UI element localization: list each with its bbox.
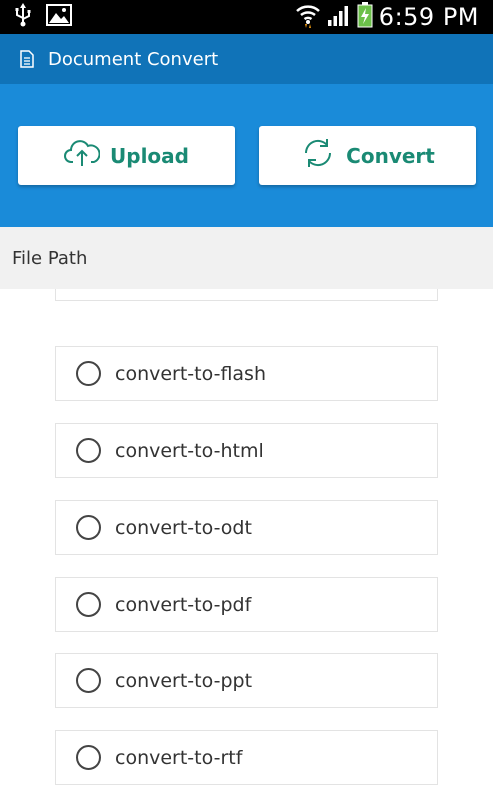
upload-label: Upload: [110, 143, 189, 168]
image-icon: [46, 3, 72, 31]
battery-charging-icon: [357, 1, 373, 33]
radio-button[interactable]: [76, 515, 101, 540]
radio-button[interactable]: [76, 745, 101, 770]
usb-icon: [14, 2, 32, 32]
option-convert-to-flash[interactable]: convert-to-flash: [55, 346, 438, 401]
option-label: convert-to-html: [115, 439, 264, 462]
option-label: convert-to-flash: [115, 362, 266, 385]
option-convert-to-docx[interactable]: convert-to-docx: [55, 289, 438, 301]
convert-label: Convert: [346, 143, 435, 168]
file-path-label: File Path: [0, 227, 493, 289]
app-title: Document Convert: [48, 48, 219, 70]
status-bar: 6:59 PM: [0, 0, 493, 34]
app-bar: Document Convert: [0, 34, 493, 84]
radio-button[interactable]: [76, 438, 101, 463]
option-label: convert-to-odt: [115, 516, 252, 539]
option-label: convert-to-rtf: [115, 746, 243, 769]
conversion-options-list[interactable]: convert-to-docx convert-to-flash convert…: [0, 289, 493, 800]
option-label: convert-to-pdf: [115, 593, 252, 616]
option-convert-to-html[interactable]: convert-to-html: [55, 423, 438, 478]
option-label: convert-to-ppt: [115, 669, 253, 692]
signal-icon: [327, 4, 351, 31]
option-convert-to-odt[interactable]: convert-to-odt: [55, 500, 438, 555]
upload-button[interactable]: Upload: [18, 126, 235, 185]
wifi-icon: [295, 2, 321, 33]
cloud-upload-icon: [64, 137, 101, 174]
status-time: 6:59 PM: [378, 3, 479, 31]
document-icon: [20, 50, 34, 68]
option-convert-to-rtf[interactable]: convert-to-rtf: [55, 730, 438, 785]
option-convert-to-pdf[interactable]: convert-to-pdf: [55, 577, 438, 632]
radio-button[interactable]: [76, 592, 101, 617]
option-convert-to-ppt[interactable]: convert-to-ppt: [55, 653, 438, 708]
convert-button[interactable]: Convert: [259, 126, 476, 185]
action-panel: Upload Convert: [0, 84, 493, 227]
radio-button[interactable]: [76, 361, 101, 386]
radio-button[interactable]: [76, 668, 101, 693]
refresh-icon: [300, 137, 336, 174]
